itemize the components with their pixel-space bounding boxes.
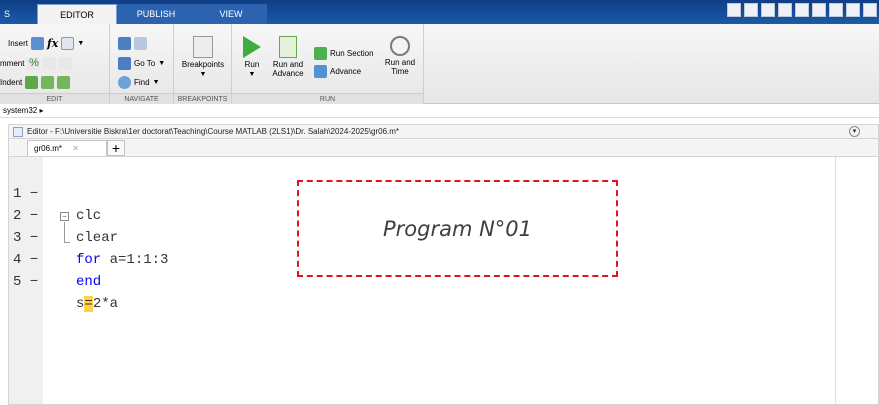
increase-indent-icon[interactable] [41,76,55,89]
switch-windows-icon[interactable] [846,3,860,17]
goto-button[interactable]: Go To [134,59,155,68]
run-icon [243,36,261,58]
run-and-advance-label-1: Run and [272,60,304,69]
chevron-down-icon[interactable]: ▼ [153,79,160,86]
code-line[interactable]: 5 − s=2*a [9,249,118,312]
run-and-advance-label-2: Advance [272,69,304,78]
uncomment-icon[interactable] [43,57,57,70]
breakpoints-button[interactable]: Breakpoints ▼ [177,36,229,79]
chevron-down-icon[interactable]: ▼ [77,40,84,47]
run-and-time-label-1: Run and [384,58,416,67]
document-tab-label: gr06.m* [34,144,63,153]
undo-icon[interactable] [812,3,826,17]
stopwatch-icon [390,36,410,56]
breakpoints-label: Breakpoints [181,60,225,69]
comment-icon[interactable]: % [27,57,41,70]
file-icon [13,127,23,137]
tab-editor[interactable]: EDITOR [37,4,117,24]
run-button[interactable]: Run ▼ [240,36,264,79]
close-icon[interactable]: ✕ [72,144,79,153]
run-section-label: Run Section [330,49,374,58]
copy-icon[interactable] [778,3,792,17]
navigate-group: Go To ▼ Find ▼ NAVIGATE [110,24,174,104]
run-and-advance-button[interactable]: Run and Advance [268,36,308,78]
run-group: Run ▼ Run and Advance Run Section Advanc… [232,24,424,104]
right-margin-line [835,157,836,404]
run-group-label: RUN [232,93,423,104]
code-text: end [76,271,101,293]
indent-button[interactable]: Indent [0,78,22,87]
tab-publish[interactable]: PUBLISH [117,4,195,24]
line-number: 5 − [13,274,39,290]
fold-line [64,222,65,242]
paste-icon[interactable] [795,3,809,17]
decrease-indent-icon[interactable] [57,76,71,89]
code-line[interactable]: 3 − for a=1:1:3 [9,205,168,268]
run-section-icon [314,47,327,60]
fold-toggle-icon[interactable]: − [60,212,69,221]
fx-button[interactable]: fx [47,37,58,50]
quick-access-toolbar [727,3,877,21]
new-icon[interactable] [727,3,741,17]
program-annotation-text: Program N°01 [382,216,533,241]
new-tab-button[interactable]: + [107,140,125,156]
cut-icon[interactable] [761,3,775,17]
breakpoints-group: Breakpoints ▼ BREAKPOINTS [174,24,232,104]
function-browser-icon[interactable] [61,37,75,50]
insert-icon[interactable] [31,37,45,50]
breadcrumb[interactable]: system32 ▸ [0,104,879,118]
keyword-end: end [76,274,102,290]
advance-button[interactable]: Advance [314,65,361,78]
forward-arrow-icon[interactable] [134,37,147,50]
smart-indent-icon[interactable] [25,76,39,89]
find-icon[interactable] [118,76,131,89]
tab-view[interactable]: VIEW [195,4,267,24]
code-text: clear [76,230,119,246]
edit-group: Insert fx ▼ mment % Indent EDIT [0,24,110,104]
code-line[interactable]: 2 − clear [9,183,118,246]
redo-icon[interactable] [829,3,843,17]
ribbon-toolstrip: Insert fx ▼ mment % Indent EDIT Go To ▼ … [0,24,879,104]
chevron-down-icon: ▼ [199,71,207,78]
advance-icon [314,65,327,78]
fold-end [64,242,70,243]
comment-button[interactable]: mment [0,59,24,68]
editor-title: Editor - F:\Universitie Biskra\1er docto… [27,127,400,136]
document-tab-bar: gr06.m* ✕ + [8,139,879,156]
code-line[interactable]: 4 − end [9,227,101,290]
run-and-advance-icon [279,36,297,58]
code-text: clc [76,208,102,224]
back-arrow-icon[interactable] [118,37,131,50]
chevron-down-icon[interactable]: ▾ [849,126,860,137]
editor-title-bar: Editor - F:\Universitie Biskra\1er docto… [8,124,879,139]
chevron-down-icon: ▼ [248,71,256,78]
tab-gr06[interactable]: gr06.m* ✕ [27,140,107,156]
ribbon-tab-strip: S EDITOR PUBLISH VIEW [0,0,879,24]
run-section-button[interactable]: Run Section [314,47,374,60]
run-and-time-button[interactable]: Run and Time [380,36,420,76]
edit-group-label: EDIT [0,93,109,104]
breakpoints-group-label: BREAKPOINTS [174,93,231,104]
insert-button[interactable]: Insert [8,39,28,48]
chevron-down-icon[interactable]: ▼ [158,60,165,67]
goto-icon[interactable] [118,57,131,70]
run-and-time-label-2: Time [391,67,409,76]
program-annotation-box: Program N°01 [297,180,618,277]
advance-label: Advance [330,67,362,76]
code-line[interactable]: 1 − clc [9,161,101,224]
code-text: s=2*a [76,296,119,312]
keyword-for: for [76,252,102,268]
run-label: Run [244,60,260,69]
wrap-comments-icon[interactable] [59,57,73,70]
tab-stub[interactable]: S [0,4,14,24]
help-icon[interactable] [863,3,877,17]
save-icon[interactable] [744,3,758,17]
breakpoints-icon [193,36,213,58]
code-text: for a=1:1:3 [76,252,169,268]
highlighted-operator: = [84,296,93,312]
navigate-group-label: NAVIGATE [110,93,173,104]
find-button[interactable]: Find [134,78,150,87]
